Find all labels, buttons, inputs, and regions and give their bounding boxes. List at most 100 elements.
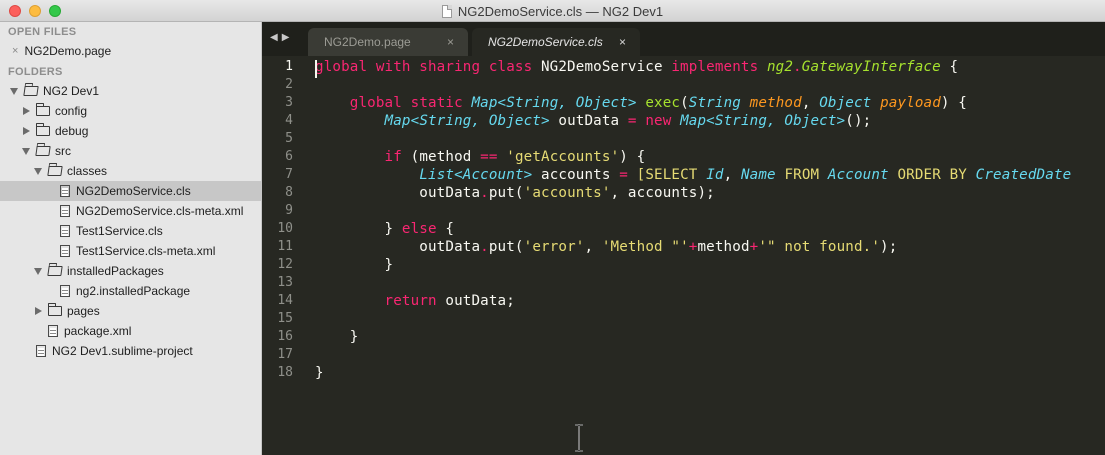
code-line[interactable]: global static Map<String, Object> exec(S…	[315, 94, 1105, 112]
tree-folder-item[interactable]: NG2 Dev1	[0, 81, 261, 101]
tab-ng2demoservice-cls[interactable]: NG2DemoService.cls ×	[472, 28, 640, 56]
nav-back-icon[interactable]: ◀	[270, 32, 282, 43]
tree-item-label: ng2.installedPackage	[76, 284, 191, 298]
close-icon[interactable]: ×	[619, 35, 626, 49]
folders-heading: FOLDERS	[8, 66, 63, 78]
code-token: Map<String, Object>	[680, 113, 846, 129]
tree-folder-item[interactable]: config	[0, 101, 261, 121]
code-token: method	[749, 95, 802, 111]
tree-item-label: pages	[67, 304, 100, 318]
code-token: ==	[480, 149, 498, 165]
tree-file-item[interactable]: Test1Service.cls-meta.xml	[0, 241, 261, 261]
folder-icon	[23, 86, 39, 96]
code-token: }	[315, 329, 359, 345]
code-line[interactable]: outData.put('accounts', accounts);	[315, 184, 1105, 202]
disclosure-open-icon[interactable]	[34, 267, 42, 275]
tree-item-label: NG2DemoService.cls	[76, 184, 191, 198]
code-line[interactable]	[315, 202, 1105, 220]
code-editor[interactable]: 1 2 3 4 5 6 7 8 9 10 11 12 13 14 15 16 17 18 global with …	[262, 56, 1105, 455]
code-token: outData	[315, 239, 481, 255]
tree-item-label: Test1Service.cls-meta.xml	[76, 244, 216, 258]
code-token: =	[627, 113, 637, 129]
tree-file-item[interactable]: NG2 Dev1.sublime-project	[0, 341, 261, 361]
code-token: (method	[401, 149, 481, 165]
tree-folder-item[interactable]: classes	[0, 161, 261, 181]
code-line[interactable]: global with sharing class NG2DemoService…	[315, 58, 1105, 76]
code-token: Map<String, Object>	[384, 113, 550, 129]
line-number: 4	[285, 113, 293, 128]
open-file-item[interactable]: × NG2Demo.page	[0, 41, 261, 61]
tree-folder-item[interactable]: debug	[0, 121, 261, 141]
code-line[interactable]	[315, 346, 1105, 364]
code-token: new	[645, 113, 681, 129]
code-area[interactable]: global with sharing class NG2DemoService…	[315, 58, 1105, 382]
tree-file-item[interactable]: NG2DemoService.cls-meta.xml	[0, 201, 261, 221]
close-icon[interactable]: ×	[447, 35, 454, 49]
code-line[interactable]: Map<String, Object> outData = new Map<St…	[315, 112, 1105, 130]
code-token: ();	[845, 113, 872, 129]
disclosure-closed-icon[interactable]	[35, 307, 42, 315]
close-icon[interactable]: ×	[12, 45, 18, 57]
line-number: 13	[277, 275, 293, 290]
tree-file-item[interactable]: package.xml	[0, 321, 261, 341]
code-token: {	[940, 59, 959, 75]
sidebar: OPEN FILES × NG2Demo.page FOLDERS NG2 De…	[0, 22, 262, 455]
title-bar: NG2DemoService.cls — NG2 Dev1	[0, 0, 1105, 22]
tree-folder-item[interactable]: pages	[0, 301, 261, 321]
code-token: List<Account>	[419, 167, 533, 183]
tree-folder-item[interactable]: installedPackages	[0, 261, 261, 281]
code-token: ,	[801, 95, 820, 111]
code-line[interactable]	[315, 130, 1105, 148]
document-icon	[441, 4, 452, 18]
tree-file-item[interactable]: Test1Service.cls	[0, 221, 261, 241]
code-token: global static	[349, 95, 472, 111]
code-token: Object	[819, 95, 872, 111]
code-token: String	[688, 95, 741, 111]
line-number: 11	[277, 239, 293, 254]
code-token: exec	[645, 95, 681, 111]
code-line[interactable]: if (method == 'getAccounts') {	[315, 148, 1105, 166]
tree-file-item[interactable]: ng2.installedPackage	[0, 281, 261, 301]
disclosure-open-icon[interactable]	[34, 167, 42, 175]
code-line[interactable]: List<Account> accounts = [SELECT Id, Nam…	[315, 166, 1105, 184]
code-line[interactable]: }	[315, 328, 1105, 346]
code-token: );	[880, 239, 898, 255]
line-number: 7	[285, 167, 293, 182]
file-icon	[60, 225, 70, 237]
tree-item-label: src	[55, 144, 71, 158]
tab-label: NG2DemoService.cls	[488, 35, 603, 49]
tree-folder-item[interactable]: src	[0, 141, 261, 161]
code-token: ) {	[940, 95, 967, 111]
code-line[interactable]	[315, 274, 1105, 292]
line-number: 8	[285, 185, 293, 200]
disclosure-open-icon[interactable]	[10, 87, 18, 95]
code-token: method	[697, 239, 750, 255]
file-icon	[60, 245, 70, 257]
nav-forward-icon[interactable]: ▶	[282, 32, 294, 43]
tab-nav-arrows[interactable]: ◀▶	[270, 32, 293, 43]
line-number: 15	[277, 311, 293, 326]
tab-ng2demo-page[interactable]: NG2Demo.page ×	[308, 28, 468, 56]
tree-file-item[interactable]: NG2DemoService.cls	[0, 181, 261, 201]
code-line[interactable]: return outData;	[315, 292, 1105, 310]
code-token: put(	[488, 239, 524, 255]
disclosure-closed-icon[interactable]	[23, 107, 30, 115]
disclosure-closed-icon[interactable]	[23, 127, 30, 135]
disclosure-open-icon[interactable]	[22, 147, 30, 155]
code-line[interactable]: }	[315, 256, 1105, 274]
code-line[interactable]: }	[315, 364, 1105, 382]
code-line[interactable]	[315, 310, 1105, 328]
code-line[interactable]: outData.put('error', 'Method "'+method+'…	[315, 238, 1105, 256]
window-title-wrap: NG2DemoService.cls — NG2 Dev1	[0, 0, 1105, 22]
code-line[interactable]: } else {	[315, 220, 1105, 238]
tab-label: NG2Demo.page	[324, 35, 411, 49]
code-line[interactable]	[315, 76, 1105, 94]
folder-icon	[35, 123, 50, 136]
